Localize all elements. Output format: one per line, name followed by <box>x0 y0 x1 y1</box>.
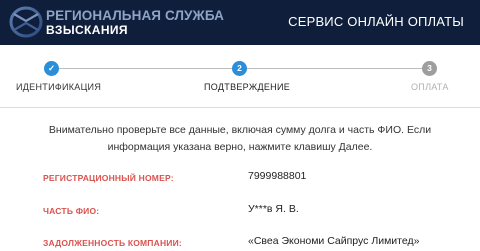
step-connector-1 <box>59 68 232 69</box>
service-title: СЕРВИС ОНЛАЙН ОПЛАТЫ <box>288 14 464 29</box>
divider <box>0 107 480 108</box>
registration-number-label: РЕГИСТРАЦИОННЫЙ НОМЕР: <box>43 173 174 183</box>
step-2-label: ПОДТВЕРЖДЕНИЕ <box>204 82 291 92</box>
debt-company-label: ЗАДОЛЖЕННОСТЬ КОМПАНИИ: <box>43 238 182 248</box>
registration-number-value: 7999988801 <box>248 170 307 182</box>
rsv-logo-icon <box>9 6 43 38</box>
top-header: РЕГИОНАЛЬНАЯ СЛУЖБА ВЗЫСКАНИЯ СЕРВИС ОНЛ… <box>0 0 480 45</box>
name-part-value: У***в Я. В. <box>248 203 299 215</box>
instructions-text: Внимательно проверьте все данные, включа… <box>48 124 432 153</box>
brand-name-line2: ВЗЫСКАНИЯ <box>46 23 128 37</box>
step-1-check-icon: ✓ <box>44 61 59 76</box>
step-1-label: ИДЕНТИФИКАЦИЯ <box>16 82 102 92</box>
step-2-number: 2 <box>232 61 247 76</box>
step-3-label: ОПЛАТА <box>411 82 449 92</box>
name-part-label: ЧАСТЬ ФИО: <box>43 206 100 216</box>
brand-name-line1: РЕГИОНАЛЬНАЯ СЛУЖБА <box>46 8 224 23</box>
step-3-number: 3 <box>422 61 437 76</box>
step-connector-2 <box>247 68 422 69</box>
debt-company-value: «Свеа Экономи Сайпрус Лимитед» <box>248 235 420 247</box>
